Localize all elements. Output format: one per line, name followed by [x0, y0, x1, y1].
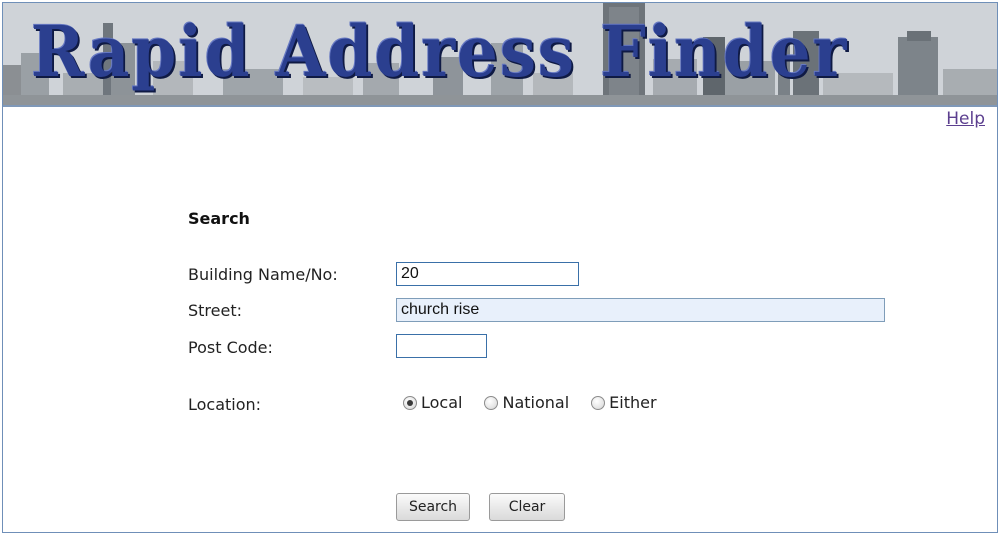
search-section-title: Search — [188, 209, 250, 228]
radio-national[interactable] — [484, 395, 499, 410]
building-label: Building Name/No: — [188, 265, 338, 284]
header-banner: Rapid Address Finder — [3, 3, 997, 107]
street-input[interactable] — [396, 298, 885, 322]
location-option-national[interactable]: National — [484, 393, 569, 412]
location-label: Location: — [188, 395, 262, 414]
radio-local-label: Local — [421, 393, 463, 412]
location-radio-group: Local National Either — [403, 393, 679, 412]
location-option-local[interactable]: Local — [403, 393, 462, 412]
postcode-label: Post Code: — [188, 338, 273, 357]
app-title: Rapid Address Finder — [31, 10, 849, 93]
app-frame: Rapid Address Finder Help Search Buildin… — [2, 2, 998, 533]
postcode-input[interactable] — [396, 334, 487, 358]
radio-national-label: National — [502, 393, 570, 412]
clear-button[interactable]: Clear — [489, 493, 565, 521]
street-label: Street: — [188, 301, 243, 320]
radio-local[interactable] — [403, 395, 417, 410]
radio-either-label: Either — [609, 393, 657, 412]
building-input[interactable] — [396, 262, 579, 286]
help-link[interactable]: Help — [946, 109, 985, 129]
search-button[interactable]: Search — [396, 493, 470, 521]
radio-either[interactable] — [591, 395, 606, 410]
location-option-either[interactable]: Either — [591, 393, 657, 412]
